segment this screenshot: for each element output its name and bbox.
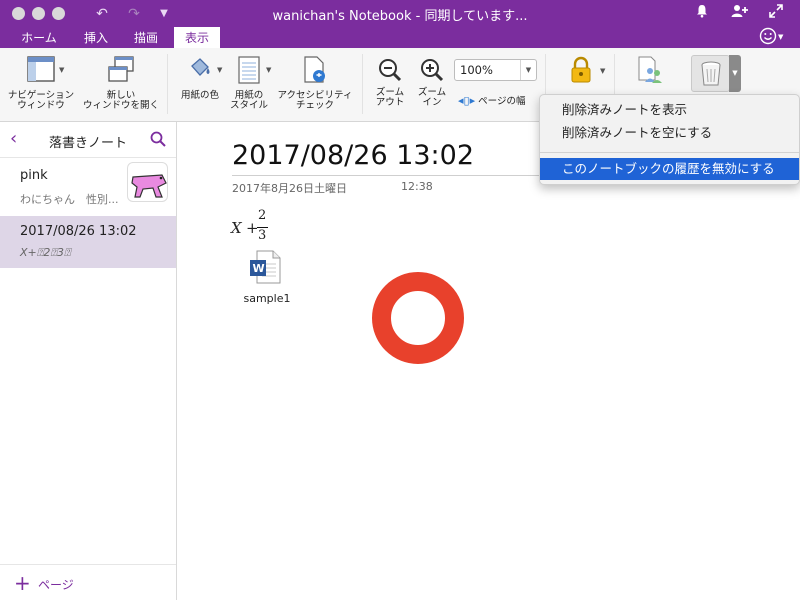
password-lock-button[interactable]: ▼ bbox=[556, 48, 606, 88]
ruled-paper-icon: ▼ bbox=[238, 56, 271, 84]
note-date: 2017年8月26日土曜日 bbox=[232, 182, 347, 195]
zoom-in-button[interactable]: ズーム イン bbox=[412, 48, 452, 108]
accessibility-check-icon bbox=[302, 56, 328, 84]
tab-draw[interactable]: 描画 bbox=[124, 28, 168, 48]
share-add-person-icon[interactable] bbox=[730, 4, 750, 24]
accessibility-check-button[interactable]: アクセシビリティ チェック bbox=[274, 48, 356, 111]
paint-bucket-icon: ▼ bbox=[187, 56, 222, 82]
paper-style-button[interactable]: ▼ 用紙の スタイル bbox=[226, 48, 272, 111]
math-denominator: 3 bbox=[258, 228, 267, 243]
accessibility-check-label: アクセシビリティ チェック bbox=[277, 90, 353, 111]
attachment-filename: sample1 bbox=[243, 292, 291, 305]
menu-item-empty-deleted[interactable]: 削除済みノートを空にする bbox=[540, 122, 799, 144]
new-window-icon bbox=[107, 56, 135, 82]
page-width-icon: ◂▯▸ bbox=[458, 94, 476, 107]
paper-color-button[interactable]: ▼ 用紙の色 bbox=[174, 48, 226, 101]
new-window-label: 新しい ウィンドウを開く bbox=[82, 90, 159, 111]
page-title: 2017/08/26 13:02 bbox=[20, 224, 137, 239]
math-operator: + bbox=[246, 219, 259, 237]
zoom-in-label: ズーム イン bbox=[417, 87, 447, 108]
title-underline bbox=[232, 175, 550, 176]
deleted-notes-menu: 削除済みノートを表示 削除済みノートを空にする このノートブックの履歴を無効にす… bbox=[539, 94, 800, 185]
paper-color-label: 用紙の色 bbox=[180, 90, 219, 101]
navigation-pane-icon: ▼ bbox=[27, 56, 64, 82]
notification-bell-icon[interactable] bbox=[692, 4, 712, 24]
svg-text:W: W bbox=[253, 262, 265, 275]
menu-item-show-deleted[interactable]: 削除済みノートを表示 bbox=[540, 99, 799, 121]
tab-home[interactable]: ホーム bbox=[10, 28, 68, 48]
page-list-sidebar: ‹ 落書きノート pink わにちゃん 性別... 2017/08/26 13:… bbox=[0, 122, 177, 600]
note-canvas[interactable]: 2017/08/26 13:02 2017年8月26日土曜日 12:38 X +… bbox=[177, 122, 800, 600]
word-attachment[interactable]: W sample1 bbox=[235, 250, 299, 310]
chevron-down-icon[interactable]: ▼ bbox=[520, 60, 536, 80]
zoom-out-icon bbox=[378, 58, 402, 82]
page-width-label: ページの幅 bbox=[478, 96, 526, 107]
ribbon-separator bbox=[167, 54, 168, 114]
search-icon[interactable] bbox=[150, 131, 166, 151]
title-bar: ↶ ↷ ▼ wanichan's Notebook - 同期しています... ホ… bbox=[0, 0, 800, 49]
smiley-caret-icon[interactable]: ▼ bbox=[778, 33, 783, 41]
add-page-bar[interactable]: + ページ bbox=[0, 564, 176, 600]
note-time: 12:38 bbox=[401, 180, 433, 193]
note-title[interactable]: 2017/08/26 13:02 bbox=[232, 140, 474, 171]
math-numerator: 2 bbox=[258, 208, 267, 223]
zoom-out-label: ズーム アウト bbox=[375, 87, 405, 108]
ribbon-separator bbox=[362, 54, 363, 114]
page-width-button[interactable]: ◂▯▸ ページの幅 bbox=[458, 93, 525, 107]
page-preview: わにちゃん 性別... bbox=[20, 193, 119, 206]
deleted-notes-dropdown-arrow[interactable]: ▼ bbox=[729, 55, 741, 92]
zoom-in-icon bbox=[420, 58, 444, 82]
add-page-label[interactable]: ページ bbox=[38, 576, 74, 593]
page-item-pink[interactable]: pink わにちゃん 性別... bbox=[0, 158, 176, 216]
tab-insert[interactable]: 挿入 bbox=[74, 28, 118, 48]
page-title: pink bbox=[20, 168, 48, 183]
navigation-window-button[interactable]: ▼ ナビゲーション ウィンドウ bbox=[4, 48, 78, 111]
page-item-selected[interactable]: 2017/08/26 13:02 X+⍰2⍰3⍰ bbox=[0, 216, 176, 268]
navigation-window-label: ナビゲーション ウィンドウ bbox=[7, 90, 75, 111]
plus-icon[interactable]: + bbox=[14, 571, 31, 595]
new-window-button[interactable]: 新しい ウィンドウを開く bbox=[80, 48, 162, 111]
math-variable: X bbox=[231, 219, 242, 237]
page-preview: X+⍰2⍰3⍰ bbox=[20, 246, 71, 259]
window-title: wanichan's Notebook - 同期しています... bbox=[272, 9, 528, 24]
zoom-out-button[interactable]: ズーム アウト bbox=[368, 48, 412, 108]
red-ring-drawing[interactable] bbox=[372, 272, 464, 364]
page-thumbnail bbox=[127, 162, 168, 202]
zoom-level-value: 100% bbox=[460, 63, 493, 77]
word-document-icon: W bbox=[249, 250, 281, 288]
math-equation[interactable]: X + 2 3 bbox=[231, 208, 281, 246]
tab-view[interactable]: 表示 bbox=[174, 27, 220, 49]
authors-button[interactable] bbox=[624, 48, 674, 88]
trash-can-icon bbox=[700, 61, 722, 91]
authors-people-icon bbox=[635, 56, 663, 84]
zoom-level-select[interactable]: 100% ▼ bbox=[454, 59, 537, 81]
deleted-notes-button[interactable] bbox=[691, 55, 730, 92]
menu-item-disable-history[interactable]: このノートブックの履歴を無効にする bbox=[540, 158, 799, 180]
paper-style-label: 用紙の スタイル bbox=[229, 90, 268, 111]
lock-icon: ▼ bbox=[570, 56, 605, 84]
fullscreen-icon[interactable] bbox=[766, 4, 786, 24]
menu-separator bbox=[540, 152, 799, 153]
section-header: ‹ 落書きノート bbox=[0, 122, 176, 158]
